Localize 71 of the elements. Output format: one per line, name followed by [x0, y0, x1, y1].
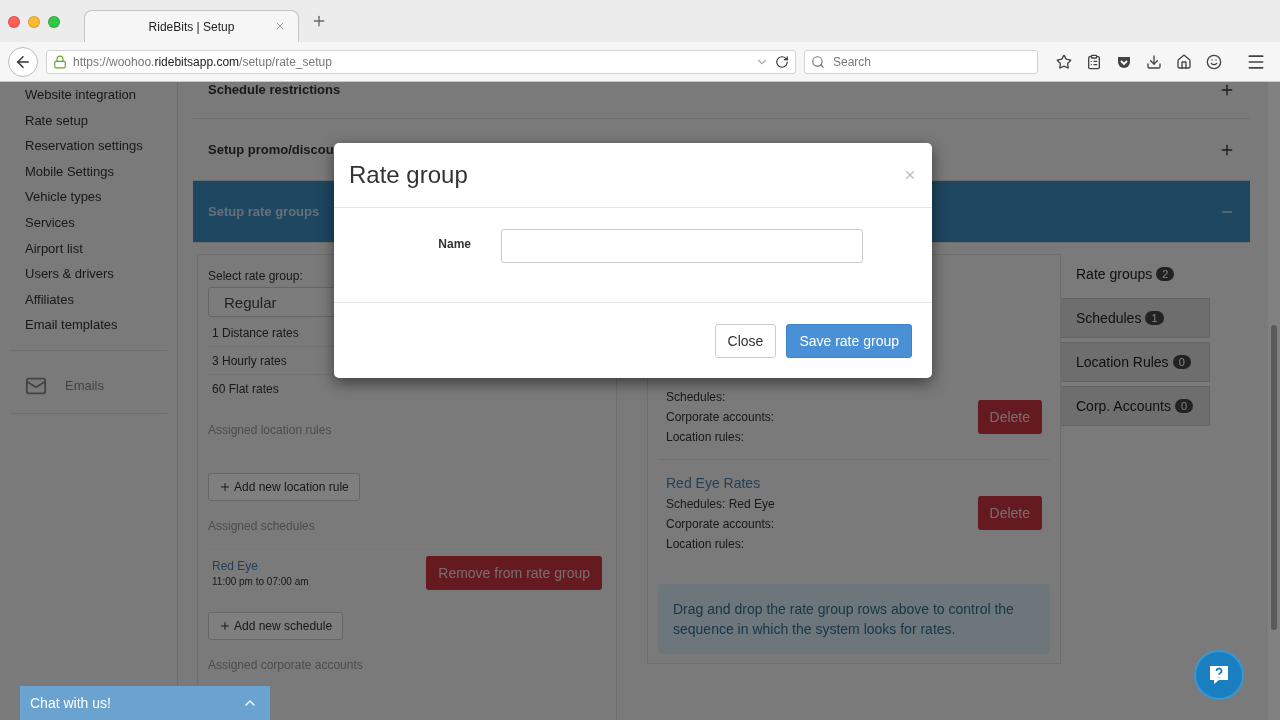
nav-link[interactable]: Reservation settings [10, 133, 167, 159]
field-label: Name [437, 236, 471, 251]
tab-title: RideBits | Setup [148, 19, 235, 34]
section-header[interactable]: Schedule restrictions [193, 82, 1250, 119]
side-tab[interactable]: Location Rules 0 [1061, 342, 1210, 382]
scrollbar[interactable] [1268, 82, 1280, 720]
add-schedule-button[interactable]: Add new schedule [208, 612, 344, 640]
name-field[interactable] [501, 229, 863, 263]
count-badge: 2 [1156, 267, 1175, 281]
browser-tab[interactable]: RideBits | Setup [84, 10, 299, 42]
reload-icon[interactable] [775, 54, 789, 69]
nav-link[interactable]: Email templates [10, 312, 167, 338]
home-icon[interactable] [1176, 53, 1192, 70]
dialog-title: Rate group [349, 161, 468, 189]
chat-widget[interactable]: Chat with us! [20, 686, 270, 720]
chat-label: Chat with us! [30, 695, 111, 711]
close-icon[interactable] [903, 168, 917, 182]
section-title: Setup promo/discou [208, 142, 334, 157]
download-icon[interactable] [1146, 53, 1162, 70]
close-button[interactable]: Close [714, 323, 777, 358]
side-tab[interactable]: Corp. Accounts 0 [1061, 386, 1210, 426]
nav-link[interactable]: Users & drivers [10, 261, 167, 287]
rate-group-detail: Location rules: [666, 429, 746, 446]
rate-group-detail: Corporate accounts: [666, 409, 775, 426]
lock-icon [53, 54, 67, 69]
side-tab[interactable]: Schedules 1 [1061, 298, 1210, 338]
section-title: Schedule restrictions [208, 82, 341, 97]
back-button[interactable] [8, 46, 38, 77]
smiley-icon[interactable] [1206, 53, 1222, 70]
schedule-link[interactable]: Red Eye [212, 559, 309, 573]
close-tab-icon[interactable] [274, 20, 286, 32]
zoom-window-button[interactable] [48, 16, 60, 28]
help-button[interactable] [1194, 650, 1244, 700]
rate-group-link[interactable]: Red Eye Rates [666, 472, 775, 494]
section-title: Setup rate groups [208, 204, 320, 219]
clipboard-icon[interactable] [1086, 53, 1102, 70]
help-bubble-icon [1207, 663, 1231, 687]
delete-button[interactable]: Delete [977, 400, 1042, 434]
new-tab-icon[interactable] [311, 13, 327, 29]
rate-group-detail: Schedules: [666, 389, 727, 406]
address-bar[interactable]: https://woohoo.ridebitsapp.com/setup/rate_setup [46, 49, 796, 74]
remove-button[interactable]: Remove from rate group [426, 556, 602, 590]
rate-group-detail: Location rules: [666, 536, 746, 553]
schedule-time: 11:00 pm to 07:00 am [212, 576, 309, 587]
info-note: Drag and drop the rate group rows above to control the sequence in which the system looks for rates. [658, 584, 1050, 654]
count-badge: 0 [1172, 355, 1191, 369]
rate-group-detail: Schedules: Red Eye [666, 496, 775, 513]
nav-link[interactable]: Mobile Settings [10, 158, 167, 185]
count-badge: 0 [1174, 399, 1194, 413]
nav-link[interactable]: Affiliates [10, 286, 167, 313]
url-text: https://woohoo.ridebitsapp.com/setup/rate_setup [73, 54, 333, 69]
rate-count: 60 Flat rates [211, 381, 280, 398]
plus-icon [219, 620, 231, 632]
save-button[interactable]: Save rate group [786, 323, 912, 358]
minimize-window-button[interactable] [28, 16, 40, 28]
delete-button[interactable]: Delete [977, 496, 1042, 530]
plus-icon [219, 481, 231, 493]
nav-link[interactable]: Rate setup [10, 107, 167, 134]
search-icon [811, 54, 825, 69]
rate-group-detail: Corporate accounts: [666, 516, 775, 533]
select-label: Select rate group: [208, 269, 304, 283]
nav-link[interactable]: Vehicle types [10, 184, 167, 210]
search-bar[interactable]: Search [804, 49, 1038, 74]
nav-link[interactable]: Website integration [10, 82, 167, 108]
nav-link[interactable]: Services [10, 209, 167, 236]
star-icon[interactable] [1056, 53, 1072, 70]
add-location-rule-button[interactable]: Add new location rule [208, 473, 360, 501]
count-badge: 1 [1145, 311, 1164, 325]
nav-link[interactable]: Airport list [10, 235, 167, 262]
close-window-button[interactable] [8, 16, 20, 28]
expand-icon[interactable] [1219, 82, 1235, 98]
